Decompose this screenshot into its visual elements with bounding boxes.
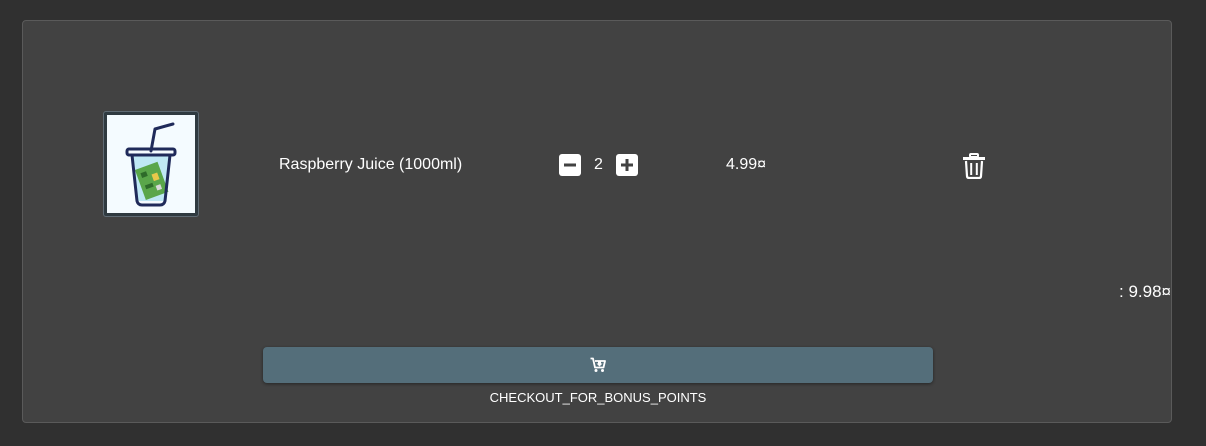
basket-card: Raspberry Juice (1000ml) 2 4.99¤ : 9.98¤… — [22, 20, 1172, 423]
bonus-points-text: CHECKOUT_FOR_BONUS_POINTS — [489, 390, 707, 405]
product-image — [103, 111, 199, 217]
quantity-value: 2 — [594, 156, 603, 173]
juice-cup-icon — [125, 122, 177, 207]
item-price: 4.99¤ — [726, 156, 767, 173]
basket-total: : 9.98¤ — [1119, 282, 1171, 301]
cart-arrow-down-icon — [590, 357, 606, 372]
product-name: Raspberry Juice (1000ml) — [279, 156, 463, 173]
trash-icon[interactable] — [962, 153, 986, 179]
checkout-button[interactable] — [263, 347, 933, 383]
minus-square-icon[interactable] — [559, 154, 581, 176]
plus-square-icon[interactable] — [616, 154, 638, 176]
quantity-stepper: 2 — [559, 154, 638, 176]
